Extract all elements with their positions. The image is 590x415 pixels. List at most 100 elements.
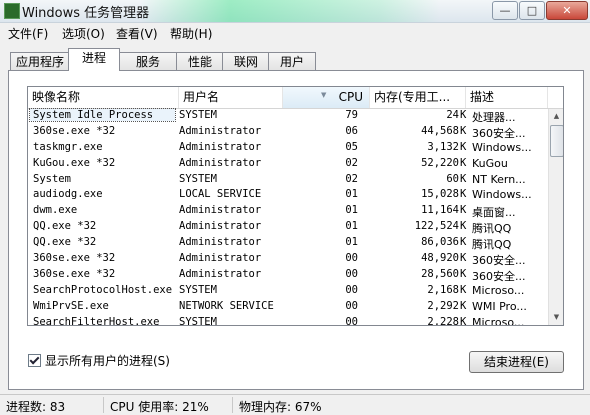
- process-memory-unit: K: [460, 109, 467, 121]
- process-name: WmiPrvSE.exe: [33, 299, 109, 312]
- column-description[interactable]: 描述: [466, 87, 548, 108]
- scroll-down-icon[interactable]: ▼: [549, 310, 563, 325]
- process-cpu: 01: [345, 220, 358, 233]
- scroll-thumb[interactable]: [550, 125, 563, 157]
- maximize-button[interactable]: □: [519, 1, 545, 20]
- process-cpu: 05: [345, 140, 358, 153]
- app-icon: [4, 3, 20, 19]
- processes-panel: 映像名称 用户名 ▼ CPU 内存(专用工... 描述 System Idle …: [8, 70, 584, 390]
- process-description: 360安全...: [472, 269, 526, 283]
- tab-users[interactable]: 用户: [268, 52, 316, 71]
- checkbox-checked-icon[interactable]: [28, 354, 41, 367]
- process-memory: 15,028: [421, 188, 459, 201]
- process-description: 处理器...: [472, 111, 516, 124]
- menu-file[interactable]: 文件(F): [8, 25, 48, 42]
- show-all-users-label: 显示所有用户的进程(S): [45, 354, 170, 368]
- process-row[interactable]: System SYSTEM 02 60 K NT Kern...: [28, 173, 548, 189]
- process-row[interactable]: dwm.exe Administrator 01 11,164 K 桌面窗...: [28, 204, 548, 220]
- process-name: System Idle Process: [29, 108, 176, 122]
- process-row[interactable]: QQ.exe *32 Administrator 01 122,524 K 腾讯QQ: [28, 220, 548, 236]
- process-cpu: 06: [345, 124, 358, 137]
- column-image-name[interactable]: 映像名称: [28, 87, 179, 108]
- process-user: Administrator: [179, 156, 262, 169]
- process-row[interactable]: audiodg.exe LOCAL SERVICE 01 15,028 K Windows…: [28, 188, 548, 204]
- status-memory-usage: 物理内存: 67%: [239, 400, 322, 414]
- tab-networking[interactable]: 联网: [222, 52, 270, 71]
- vertical-scrollbar[interactable]: ▲ ▼: [548, 109, 563, 325]
- tab-services[interactable]: 服务: [118, 52, 178, 71]
- process-memory-unit: K: [460, 156, 467, 169]
- show-all-users-checkbox[interactable]: 显示所有用户的进程(S): [28, 352, 170, 369]
- sort-descending-icon: ▼: [321, 91, 327, 99]
- process-cpu: 02: [345, 156, 358, 169]
- tab-processes[interactable]: 进程: [68, 48, 120, 71]
- status-bar: 进程数: 83 CPU 使用率: 21% 物理内存: 67%: [0, 394, 590, 415]
- process-user: Administrator: [179, 220, 262, 233]
- status-divider: [232, 397, 233, 413]
- process-row[interactable]: 360se.exe *32 Administrator 00 48,920 K 360安全…: [28, 252, 548, 268]
- process-memory-unit: K: [460, 267, 467, 280]
- process-memory-unit: K: [460, 283, 467, 296]
- end-process-button[interactable]: 结束进程(E): [469, 351, 564, 373]
- process-cpu: 01: [345, 236, 358, 249]
- process-name: taskmgr.exe: [33, 140, 103, 153]
- process-cpu: 00: [345, 252, 358, 265]
- process-cpu: 02: [345, 172, 358, 185]
- process-description: WMI Pro...: [472, 299, 527, 313]
- process-memory: 2,168: [427, 283, 459, 296]
- menu-view[interactable]: 查看(V): [116, 25, 158, 42]
- process-description: 腾讯QQ: [472, 238, 512, 252]
- process-row[interactable]: System Idle Process SYSTEM 79 24 K 处理器...: [28, 108, 548, 125]
- process-user: SYSTEM: [179, 172, 217, 185]
- menu-help[interactable]: 帮助(H): [170, 25, 212, 42]
- close-button[interactable]: ✕: [546, 1, 588, 20]
- process-memory: 28,560: [421, 267, 459, 280]
- menu-options[interactable]: 选项(O): [62, 25, 105, 42]
- process-user: SYSTEM: [179, 109, 217, 121]
- process-row[interactable]: WmiPrvSE.exe NETWORK SERVICE 00 2,292 K WMI P…: [28, 300, 548, 316]
- process-memory-unit: K: [460, 236, 467, 249]
- process-user: Administrator: [179, 204, 262, 217]
- minimize-button[interactable]: —: [492, 1, 518, 20]
- process-row[interactable]: QQ.exe *32 Administrator 01 86,036 K 腾讯QQ: [28, 236, 548, 252]
- process-user: SYSTEM: [179, 283, 217, 296]
- process-row[interactable]: 360se.exe *32 Administrator 00 28,560 K 360安全…: [28, 268, 548, 284]
- process-memory-unit: K: [460, 188, 467, 201]
- column-memory[interactable]: 内存(专用工...: [370, 87, 466, 108]
- process-name: System: [33, 172, 71, 185]
- process-user: Administrator: [179, 140, 262, 153]
- process-row[interactable]: SearchFilterHost.exe SYSTEM 00 2,228 K Micros…: [28, 315, 548, 326]
- process-row[interactable]: 360se.exe *32 Administrator 06 44,568 K 360安全…: [28, 125, 548, 141]
- process-memory-unit: K: [460, 252, 467, 265]
- process-user: NETWORK SERVICE: [179, 299, 274, 312]
- process-cpu: 00: [345, 283, 358, 296]
- window-title: Windows 任务管理器: [22, 6, 150, 21]
- column-cpu[interactable]: ▼ CPU: [283, 87, 370, 108]
- column-user-name[interactable]: 用户名: [179, 87, 283, 108]
- process-description: Microso...: [472, 283, 525, 297]
- process-list[interactable]: 映像名称 用户名 ▼ CPU 内存(专用工... 描述 System Idle …: [27, 86, 564, 326]
- process-row[interactable]: SearchProtocolHost.exe SYSTEM 00 2,168 K Micr…: [28, 284, 548, 300]
- process-memory: 3,132: [427, 140, 459, 153]
- title-bar-highlight: [140, 0, 440, 22]
- process-cpu: 00: [345, 267, 358, 280]
- process-memory: 2,292: [427, 299, 459, 312]
- process-cpu: 00: [345, 315, 358, 326]
- process-description: 360安全...: [472, 254, 526, 268]
- process-user: SYSTEM: [179, 315, 217, 326]
- tab-applications[interactable]: 应用程序: [10, 52, 70, 71]
- process-memory: 60: [446, 172, 459, 185]
- process-memory: 24: [446, 109, 459, 121]
- status-divider: [103, 397, 104, 413]
- tab-performance[interactable]: 性能: [176, 52, 224, 71]
- process-row[interactable]: KuGou.exe *32 Administrator 02 52,220 K KuGou: [28, 157, 548, 173]
- process-row[interactable]: taskmgr.exe Administrator 05 3,132 K Windows.…: [28, 141, 548, 157]
- process-memory: 86,036: [421, 236, 459, 249]
- process-memory-unit: K: [460, 124, 467, 137]
- process-name: SearchFilterHost.exe: [33, 315, 160, 326]
- scroll-up-icon[interactable]: ▲: [549, 109, 563, 124]
- process-rows: System Idle Process SYSTEM 79 24 K 处理器... 360s…: [28, 108, 548, 326]
- process-name: 360se.exe *32: [33, 124, 116, 137]
- process-name: dwm.exe: [33, 204, 78, 217]
- process-name: QQ.exe *32: [33, 220, 97, 233]
